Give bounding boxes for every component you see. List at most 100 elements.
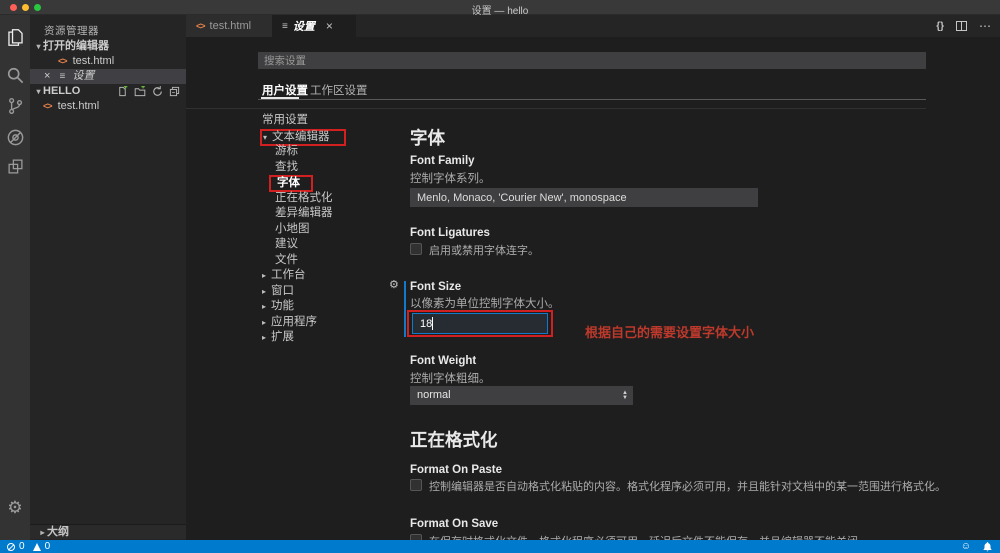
manage-gear-icon[interactable]: ⚙ — [0, 498, 30, 518]
open-settings-json-icon[interactable]: {} — [936, 21, 944, 32]
status-bar: 0 0 ☺ — [0, 540, 1000, 553]
toc-item-features[interactable]: ▸功能 — [258, 299, 408, 315]
chevron-right-icon: ▸ — [262, 299, 271, 315]
chevron-down-icon: ▾ — [34, 39, 43, 54]
toc-item-workbench[interactable]: ▸工作台 — [258, 268, 408, 284]
format-on-paste-checkbox[interactable] — [410, 479, 422, 491]
feedback-smiley-icon[interactable]: ☺ — [961, 542, 971, 552]
folder-section-hello[interactable]: ▾HELLO — [30, 84, 186, 99]
open-editor-label: 设置 — [72, 70, 94, 82]
setting-name-font-family: Font Family — [410, 155, 475, 167]
chevron-right-icon: ▸ — [38, 525, 47, 540]
font-weight-select[interactable]: normal ▲▼ — [410, 386, 633, 405]
explorer-icon[interactable] — [0, 22, 30, 52]
vscode-window: 设置 — hello ⚙ 资源管理器 ▾打开的编辑器 <> test.html — [0, 0, 1000, 553]
code-file-icon: <> — [58, 56, 67, 66]
settings-toc: 常用设置 ▾文本编辑器 游标 查找 字体 正在格式化 差异编辑器 小地图 建议 … — [258, 113, 408, 346]
toc-item-find[interactable]: 查找 — [258, 160, 408, 176]
settings-editor: 用户设置 工作区设置 常用设置 ▾文本编辑器 游标 查找 字体 正在格式化 差异… — [186, 37, 1000, 540]
setting-desc-format-on-save: 在保存时格式化文件。格式化程序必须可用，延迟后文件不能保存，并且编辑器不能关闭。 — [429, 533, 869, 540]
extensions-icon[interactable] — [0, 151, 30, 181]
settings-file-icon: ≡ — [282, 21, 288, 32]
toc-item-window[interactable]: ▸窗口 — [258, 284, 408, 300]
error-count: 0 — [19, 541, 25, 552]
toc-item-cursor[interactable]: 游标 — [258, 144, 408, 160]
toc-item-files[interactable]: 文件 — [258, 253, 408, 269]
editor-area: <> test.html ≡ 设置 × {} ⋯ 用户设置 工作区设置 — [186, 15, 1000, 540]
code-file-icon: <> — [43, 101, 52, 111]
settings-list: 字体 Font Family 控制字体系列。 Font Ligatures 启用… — [410, 37, 970, 540]
warnings-icon — [33, 543, 41, 551]
new-folder-icon[interactable] — [134, 86, 146, 97]
new-file-icon[interactable] — [117, 86, 128, 97]
setting-desc-format-on-paste: 控制编辑器是否自动格式化粘贴的内容。格式化程序必须可用，并且能针对文档中的某一范… — [429, 478, 946, 494]
tab-workspace-settings[interactable]: 工作区设置 — [310, 82, 368, 98]
open-editor-item-testhtml[interactable]: <> test.html — [30, 54, 186, 69]
close-icon[interactable]: × — [44, 70, 50, 82]
debug-icon[interactable] — [0, 122, 30, 152]
toc-item-application[interactable]: ▸应用程序 — [258, 315, 408, 331]
notifications-bell-icon[interactable] — [983, 542, 992, 552]
gear-icon[interactable]: ⚙ — [389, 278, 399, 291]
chevron-right-icon: ▸ — [262, 268, 271, 284]
toc-item-common[interactable]: 常用设置 — [258, 113, 408, 129]
source-control-icon[interactable] — [0, 91, 30, 121]
font-weight-value: normal — [417, 389, 451, 401]
close-icon[interactable]: × — [326, 19, 333, 33]
setting-row-format-on-save: 在保存时格式化文件。格式化程序必须可用，延迟后文件不能保存，并且编辑器不能关闭。 — [410, 533, 869, 540]
activity-bar: ⚙ — [0, 15, 30, 540]
warning-count: 0 — [45, 541, 51, 552]
toc-item-suggestions[interactable]: 建议 — [258, 237, 408, 253]
setting-name-format-on-paste: Format On Paste — [410, 464, 502, 476]
annotation-note: 根据自己的需要设置字体大小 — [585, 322, 754, 341]
collapse-all-icon[interactable] — [169, 86, 180, 97]
tab-label: test.html — [210, 20, 252, 32]
problems-status[interactable]: 0 0 — [7, 540, 50, 553]
title-bar: 设置 — hello — [0, 0, 1000, 15]
open-editors-label: 打开的编辑器 — [43, 40, 109, 52]
outline-section[interactable]: ▸大纲 — [30, 524, 186, 539]
tab-label: 设置 — [293, 18, 315, 34]
toc-item-extensions[interactable]: ▸扩展 — [258, 330, 408, 346]
tab-bar: <> test.html ≡ 设置 × {} ⋯ — [186, 15, 1000, 37]
toc-item-font[interactable]: 字体 — [258, 175, 408, 191]
font-family-input[interactable] — [410, 188, 758, 207]
more-actions-icon[interactable]: ⋯ — [979, 19, 992, 33]
toc-item-formatting[interactable]: 正在格式化 — [258, 191, 408, 207]
search-icon[interactable] — [0, 60, 30, 90]
split-editor-icon[interactable] — [956, 21, 967, 31]
settings-file-icon: ≡ — [60, 71, 66, 82]
folder-label: HELLO — [43, 85, 80, 97]
open-editors-section[interactable]: ▾打开的编辑器 — [30, 39, 186, 54]
toc-item-text-editor[interactable]: ▾文本编辑器 — [258, 129, 408, 145]
tab-user-settings[interactable]: 用户设置 — [262, 82, 308, 98]
annotation-box: ▾文本编辑器 — [260, 129, 346, 146]
chevron-right-icon: ▸ — [262, 315, 271, 331]
setting-desc-font-size: 以像素为单位控制字体大小。 — [410, 295, 560, 311]
setting-row-format-on-paste: 控制编辑器是否自动格式化粘贴的内容。格式化程序必须可用，并且能针对文档中的某一范… — [410, 478, 946, 494]
open-editor-item-settings[interactable]: × ≡ 设置 — [30, 69, 186, 84]
setting-name-font-size: Font Size — [410, 281, 461, 293]
modified-indicator — [404, 281, 406, 337]
toc-item-minimap[interactable]: 小地图 — [258, 222, 408, 238]
sidebar-title: 资源管理器 — [44, 23, 99, 38]
toc-item-diff-editor[interactable]: 差异编辑器 — [258, 206, 408, 222]
setting-desc-font-weight: 控制字体粗细。 — [410, 370, 491, 386]
tab-settings[interactable]: ≡ 设置 × — [272, 15, 356, 37]
tab-testhtml[interactable]: <> test.html — [186, 15, 272, 37]
status-right: ☺ — [961, 540, 992, 553]
explorer-sidebar: 资源管理器 ▾打开的编辑器 <> test.html × ≡ 设置 ▾HELLO… — [30, 15, 186, 540]
file-item-testhtml[interactable]: <> test.html — [30, 99, 186, 114]
setting-name-font-weight: Font Weight — [410, 355, 476, 367]
refresh-icon[interactable] — [152, 86, 163, 97]
setting-row-font-ligatures: 启用或禁用字体连字。 — [410, 242, 539, 258]
section-heading-font: 字体 — [410, 125, 445, 150]
folder-actions — [117, 84, 180, 99]
setting-desc-font-ligatures: 启用或禁用字体连字。 — [429, 242, 539, 258]
outline-label: 大纲 — [47, 526, 69, 538]
font-ligatures-checkbox[interactable] — [410, 243, 422, 255]
chevron-down-icon: ▾ — [34, 84, 43, 99]
editor-actions: {} ⋯ — [936, 15, 992, 37]
select-arrows-icon: ▲▼ — [622, 386, 628, 405]
text-caret — [432, 317, 433, 330]
